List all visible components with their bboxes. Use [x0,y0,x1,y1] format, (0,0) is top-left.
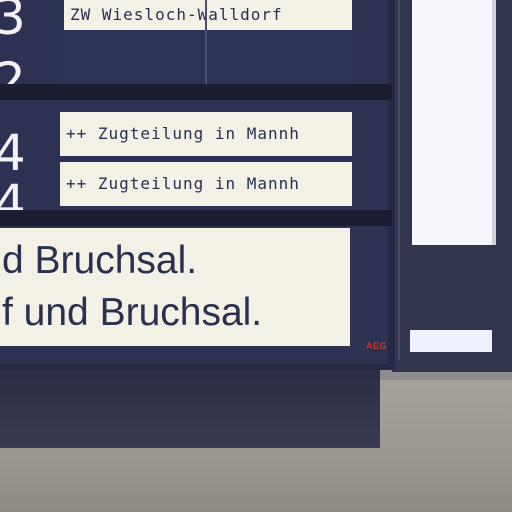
ticker-line: f und Bruchsal. [2,291,263,334]
board-underside [0,370,380,448]
side-display-screen [412,0,496,245]
track-info-line: ZW Wiesloch-Walldorf [64,0,352,30]
board-rail [0,210,392,226]
board-rail [0,84,392,100]
track-number: 3 [0,0,26,46]
side-display-lower-screen [410,330,492,352]
track-number: 4 [0,124,26,182]
ticker-line: d Bruchsal. [2,239,198,282]
track-info-line: ++ Zugteilung in Mannh [60,162,352,206]
manufacturer-logo: AEG [366,341,388,351]
column-divider [205,0,207,84]
track-info-line: ++ Zugteilung in Mannh [60,112,352,156]
